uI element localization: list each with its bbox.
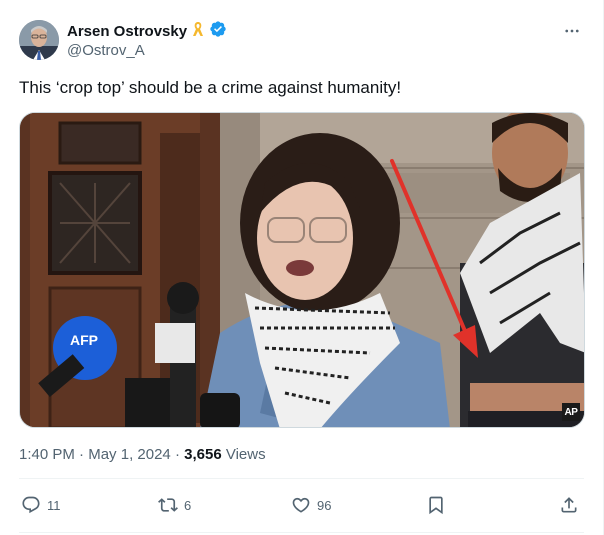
tweet-time[interactable]: 1:40 PM [19, 446, 75, 463]
tweet-card: Arsen Ostrovsky @Ostrov_A This ‘crop top… [0, 0, 604, 535]
bookmark-button[interactable] [426, 490, 446, 520]
avatar-image [19, 20, 59, 60]
like-count: 96 [317, 497, 332, 513]
bookmark-icon [429, 496, 443, 515]
action-bar: 11 6 96 [19, 490, 584, 520]
reply-button[interactable]: 11 [21, 490, 61, 520]
reply-count: 11 [47, 497, 61, 513]
meta-separator: · [79, 446, 85, 463]
repost-button[interactable]: 6 [158, 490, 191, 520]
share-icon [561, 497, 577, 513]
views-count: 3,656 [184, 446, 222, 463]
author-name-row: Arsen Ostrovsky [67, 20, 227, 43]
meta-separator: · [174, 446, 180, 463]
more-options-icon[interactable] [561, 20, 583, 42]
author-handle[interactable]: @Ostrov_A [67, 42, 145, 59]
repost-icon [158, 498, 178, 512]
repost-count: 6 [184, 497, 192, 513]
views-label: Views [225, 446, 266, 463]
tweet-text: This ‘crop top’ should be a crime agains… [19, 78, 402, 97]
tweet-media-image[interactable]: AFP AP [19, 112, 585, 428]
verified-badge-icon[interactable] [209, 20, 227, 43]
media-scene: AFP [20, 113, 584, 427]
avatar[interactable] [19, 20, 59, 60]
tweet-date[interactable]: May 1, 2024 [88, 446, 171, 463]
yellow-ribbon-icon [191, 20, 205, 43]
tweet-metadata: 1:40 PM · May 1, 2024 · 3,656 Views [19, 446, 266, 463]
divider [19, 532, 584, 533]
reply-icon [22, 496, 40, 514]
like-button[interactable]: 96 [291, 490, 331, 520]
heart-icon [292, 497, 310, 513]
ap-watermark: AP [562, 403, 580, 421]
author-display-name[interactable]: Arsen Ostrovsky [67, 23, 187, 40]
divider [19, 478, 584, 479]
share-button[interactable] [559, 490, 579, 520]
afp-mic-logo: AFP [70, 332, 98, 348]
